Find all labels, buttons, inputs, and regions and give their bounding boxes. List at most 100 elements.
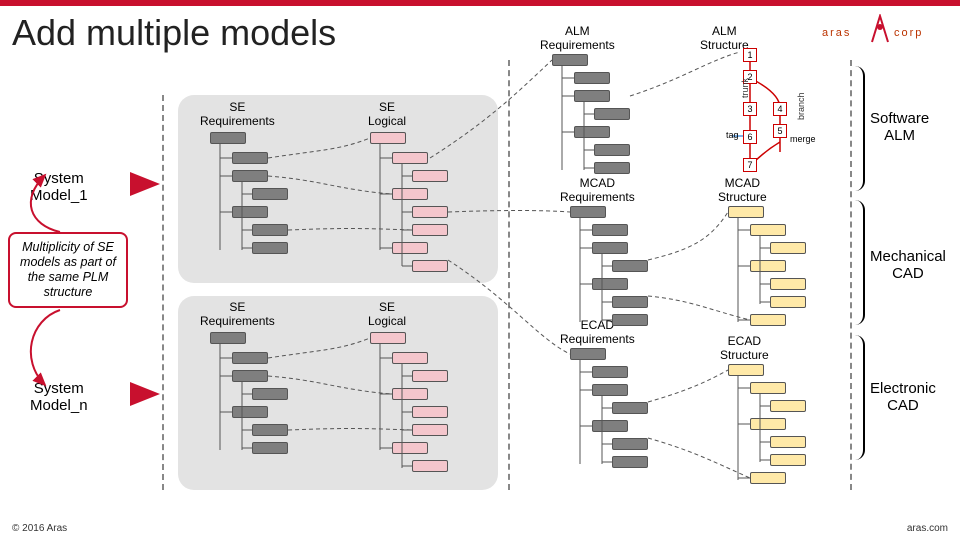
tree-node — [750, 260, 786, 272]
tree-node — [728, 206, 764, 218]
tree-node — [612, 402, 648, 414]
tree-node — [232, 170, 268, 182]
ecad-str-label: ECAD Structure — [720, 334, 769, 362]
tree-node — [592, 224, 628, 236]
tree-node — [412, 370, 448, 382]
tree-node — [594, 144, 630, 156]
tree-node — [728, 364, 764, 376]
tree-node — [592, 420, 628, 432]
tree-node — [412, 170, 448, 182]
branch-node: 4 — [773, 102, 787, 116]
tree-node — [592, 384, 628, 396]
tree-node — [574, 72, 610, 84]
separator-right — [850, 60, 852, 490]
tree-node — [612, 260, 648, 272]
tree-node — [592, 366, 628, 378]
tree-node — [570, 206, 606, 218]
trunk-label: trunk — [740, 78, 750, 98]
system-model-1-label: System Model_1 — [30, 170, 88, 204]
tree-node — [252, 442, 288, 454]
branch-node: 5 — [773, 124, 787, 138]
tree-node — [412, 406, 448, 418]
branch-label: branch — [796, 92, 806, 120]
alm-req-label: ALM Requirements — [540, 24, 615, 52]
tag-label: tag — [726, 130, 739, 140]
tree-node — [412, 424, 448, 436]
tree-node — [750, 224, 786, 236]
tree-node — [750, 382, 786, 394]
tree-node — [412, 260, 448, 272]
tree-node — [252, 224, 288, 236]
red-arrow-1 — [130, 172, 160, 196]
branch-node: 1 — [743, 48, 757, 62]
mcad-req-label: MCAD Requirements — [560, 176, 635, 204]
tree-node — [612, 296, 648, 308]
tree-node — [612, 438, 648, 450]
tree-node — [232, 370, 268, 382]
software-alm-label: Software ALM — [870, 110, 929, 144]
footer-copyright: © 2016 Aras — [12, 523, 67, 534]
tree-node — [770, 278, 806, 290]
se-log-label-n: SE Logical — [368, 300, 406, 328]
tree-node — [570, 348, 606, 360]
tree-node — [412, 460, 448, 472]
aras-logo: aras corp — [822, 14, 932, 46]
tree-node — [592, 242, 628, 254]
svg-text:aras: aras — [822, 27, 851, 39]
svg-text:corp: corp — [894, 27, 923, 39]
separator-left — [162, 95, 164, 490]
mcad-str-label: MCAD Structure — [718, 176, 767, 204]
electronic-cad-label: Electronic CAD — [870, 380, 936, 414]
tree-node — [770, 454, 806, 466]
tree-node — [770, 436, 806, 448]
tree-node — [412, 224, 448, 236]
tree-node — [370, 332, 406, 344]
tree-node — [574, 126, 610, 138]
tree-node — [210, 132, 246, 144]
tree-node — [392, 442, 428, 454]
tree-node — [392, 242, 428, 254]
multiplicity-bubble: Multiplicity of SE models as part of the… — [8, 232, 128, 308]
tree-node — [232, 406, 268, 418]
page-title: Add multiple models — [12, 12, 336, 54]
se-log-label-1: SE Logical — [368, 100, 406, 128]
tree-node — [750, 314, 786, 326]
tree-node — [232, 206, 268, 218]
tree-node — [252, 188, 288, 200]
tree-node — [412, 206, 448, 218]
tree-node — [392, 388, 428, 400]
se-req-label-n: SE Requirements — [200, 300, 275, 328]
tree-node — [370, 132, 406, 144]
tree-node — [252, 388, 288, 400]
red-arrow-n — [130, 382, 160, 406]
tree-node — [552, 54, 588, 66]
branch-node: 7 — [743, 158, 757, 172]
alm-structure-branch-diagram: 1 2 3 4 5 6 7 trunk branch tag merge — [730, 48, 840, 178]
tree-node — [612, 456, 648, 468]
tree-node — [770, 400, 806, 412]
curly-ecad — [855, 335, 865, 460]
se-req-label-1: SE Requirements — [200, 100, 275, 128]
tree-node — [392, 352, 428, 364]
tree-node — [770, 242, 806, 254]
branch-node: 3 — [743, 102, 757, 116]
mechanical-cad-label: Mechanical CAD — [870, 248, 946, 282]
branch-node: 6 — [743, 130, 757, 144]
tree-node — [594, 108, 630, 120]
tree-node — [750, 418, 786, 430]
separator-mid — [508, 60, 510, 490]
merge-label: merge — [790, 134, 816, 144]
tree-node — [392, 188, 428, 200]
tree-node — [592, 278, 628, 290]
tree-node — [252, 242, 288, 254]
system-model-n-label: System Model_n — [30, 380, 88, 414]
footer-url: aras.com — [907, 523, 948, 534]
curly-software — [855, 66, 865, 191]
tree-node — [232, 352, 268, 364]
tree-node — [574, 90, 610, 102]
top-accent-bar — [0, 0, 960, 6]
tree-node — [770, 296, 806, 308]
tree-node — [612, 314, 648, 326]
curly-mech — [855, 200, 865, 325]
tree-node — [594, 162, 630, 174]
